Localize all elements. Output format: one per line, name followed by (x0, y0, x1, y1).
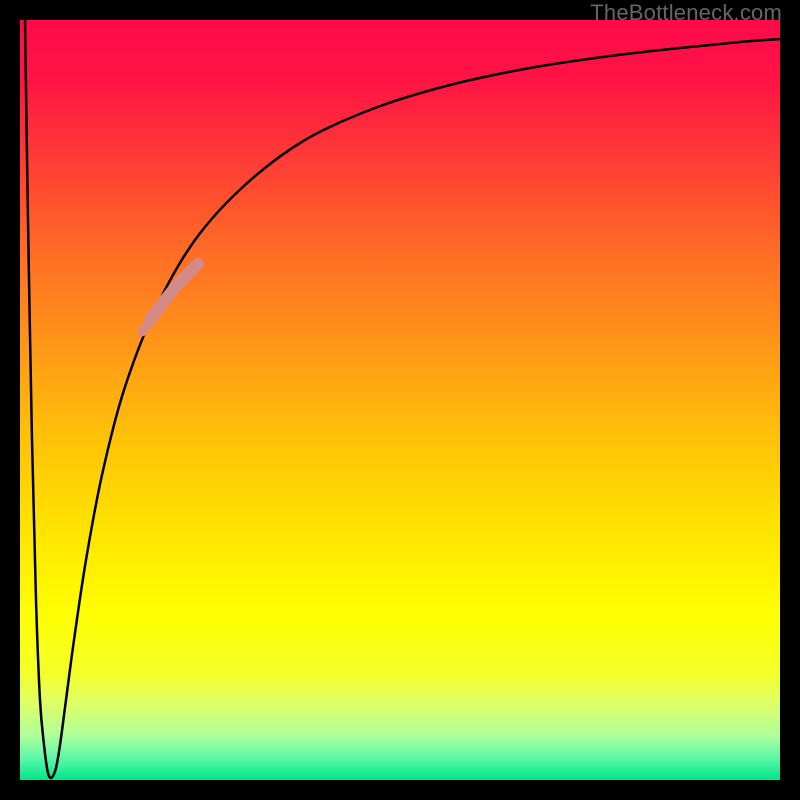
series-highlight-dot (142, 326, 146, 332)
curve-layer (20, 20, 780, 780)
attribution-text: TheBottleneck.com (590, 0, 782, 26)
plot-area (20, 20, 780, 780)
chart-frame: TheBottleneck.com (0, 0, 800, 800)
series-main-curve (25, 20, 780, 778)
